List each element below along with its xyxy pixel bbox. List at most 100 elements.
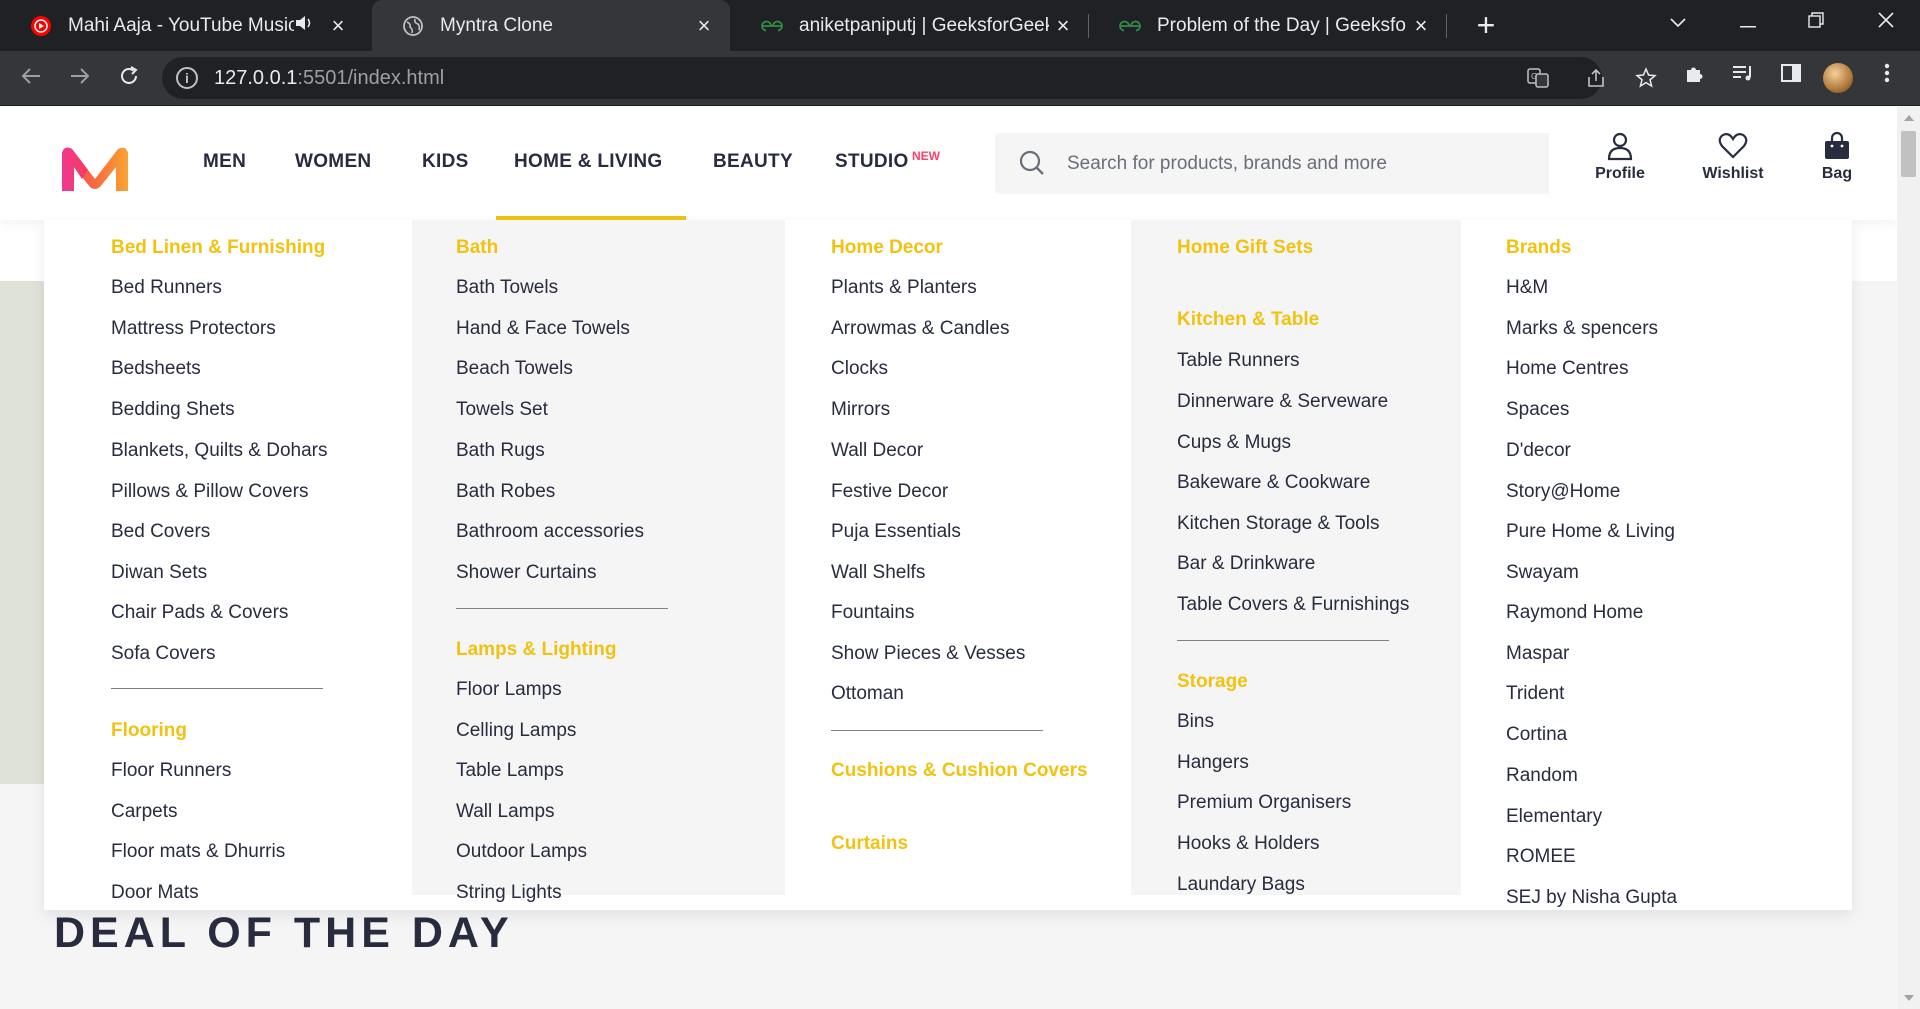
category-item[interactable]: Hand & Face Towels <box>456 318 630 340</box>
brand-item[interactable]: Maspar <box>1506 643 1569 665</box>
category-item[interactable]: Bakeware & Cookware <box>1177 472 1370 494</box>
category-item[interactable]: Diwan Sets <box>111 562 207 584</box>
category-heading[interactable]: Flooring <box>111 720 187 742</box>
category-item[interactable]: Clocks <box>831 358 888 380</box>
category-item[interactable]: Chair Pads & Covers <box>111 602 288 624</box>
category-item[interactable]: Kitchen Storage & Tools <box>1177 513 1379 535</box>
reload-icon[interactable] <box>114 63 144 93</box>
bookmark-star-icon[interactable] <box>1634 67 1658 91</box>
category-item[interactable]: Ottoman <box>831 683 904 705</box>
tab-search-icon[interactable] <box>1650 0 1706 44</box>
category-item[interactable]: Plants & Planters <box>831 277 977 299</box>
category-item[interactable]: Puja Essentials <box>831 521 961 543</box>
brand-item[interactable]: Raymond Home <box>1506 602 1643 624</box>
category-item[interactable]: Door Mats <box>111 882 199 904</box>
media-queue-icon[interactable] <box>1728 62 1758 92</box>
category-item[interactable]: Towels Set <box>456 399 548 421</box>
category-item[interactable]: Carpets <box>111 801 178 823</box>
category-item[interactable]: Bins <box>1177 711 1214 733</box>
category-item[interactable]: Festive Decor <box>831 481 948 503</box>
category-item[interactable]: Celling Lamps <box>456 720 576 742</box>
category-item[interactable]: Wall Shelfs <box>831 562 925 584</box>
category-item[interactable]: Mirrors <box>831 399 890 421</box>
category-heading[interactable]: Bath <box>456 237 498 259</box>
close-window-icon[interactable] <box>1858 0 1914 44</box>
brand-item[interactable]: Elementary <box>1506 806 1602 828</box>
category-item[interactable]: Bedding Shets <box>111 399 235 421</box>
category-item[interactable]: Pillows & Pillow Covers <box>111 481 308 503</box>
category-item[interactable]: Fountains <box>831 602 914 624</box>
wishlist-button[interactable]: Wishlist <box>1698 131 1768 183</box>
nav-women[interactable]: WOMEN <box>295 151 371 173</box>
brand-item[interactable]: Spaces <box>1506 399 1569 421</box>
brand-item[interactable]: SEJ by Nisha Gupta <box>1506 887 1677 909</box>
category-item[interactable]: Wall Decor <box>831 440 923 462</box>
category-item[interactable]: Laundary Bags <box>1177 874 1305 896</box>
profile-button[interactable]: Profile <box>1588 131 1652 183</box>
side-panel-icon[interactable] <box>1776 62 1806 92</box>
address-bar[interactable]: i 127.0.0.1:5501/index.html G <box>162 57 1657 99</box>
category-item[interactable]: Bar & Drinkware <box>1177 553 1315 575</box>
browser-tab-problem-of-the-day[interactable]: Problem of the Day | GeeksforGe × <box>1089 0 1447 51</box>
category-item[interactable]: Wall Lamps <box>456 801 555 823</box>
category-item[interactable]: Hooks & Holders <box>1177 833 1320 855</box>
new-tab-button[interactable]: + <box>1466 6 1506 46</box>
category-item[interactable]: Bed Runners <box>111 277 222 299</box>
browser-tab-geeksforgeeks-profile[interactable]: aniketpaniputj | GeeksforGeeks P × <box>731 0 1089 51</box>
brand-item[interactable]: Cortina <box>1506 724 1567 746</box>
nav-beauty[interactable]: BEAUTY <box>713 151 793 173</box>
category-item[interactable]: Mattress Protectors <box>111 318 276 340</box>
category-item[interactable]: String Lights <box>456 882 562 904</box>
brand-item[interactable]: Home Centres <box>1506 358 1629 380</box>
brand-item[interactable]: Swayam <box>1506 562 1579 584</box>
audio-playing-icon[interactable] <box>294 14 314 37</box>
close-tab-icon[interactable]: × <box>1049 13 1077 39</box>
nav-men[interactable]: MEN <box>203 151 246 173</box>
forward-arrow-icon[interactable] <box>65 63 95 93</box>
category-item[interactable]: Floor Runners <box>111 760 231 782</box>
category-item[interactable]: Beach Towels <box>456 358 573 380</box>
category-heading[interactable]: Home Gift Sets <box>1177 237 1313 259</box>
category-item[interactable]: Show Pieces & Vesses <box>831 643 1025 665</box>
brand-item[interactable]: H&M <box>1506 277 1548 299</box>
category-item[interactable]: Blankets, Quilts & Dohars <box>111 440 327 462</box>
extensions-puzzle-icon[interactable] <box>1680 62 1710 92</box>
category-item[interactable]: Cups & Mugs <box>1177 432 1291 454</box>
scroll-up-arrow-icon[interactable] <box>1904 115 1914 121</box>
category-heading[interactable]: Curtains <box>831 833 908 855</box>
minimize-window-icon[interactable] <box>1720 0 1776 44</box>
category-item[interactable]: Bath Rugs <box>456 440 545 462</box>
close-tab-icon[interactable]: × <box>324 13 352 39</box>
category-item[interactable]: Dinnerware & Serveware <box>1177 391 1388 413</box>
brand-item[interactable]: D'decor <box>1506 440 1571 462</box>
share-icon[interactable] <box>1584 67 1608 91</box>
category-item[interactable]: Bedsheets <box>111 358 201 380</box>
search-input[interactable] <box>1067 133 1549 194</box>
close-tab-icon[interactable]: × <box>1407 13 1435 39</box>
category-heading[interactable]: Kitchen & Table <box>1177 309 1319 331</box>
brand-item[interactable]: Story@Home <box>1506 481 1620 503</box>
restore-window-icon[interactable] <box>1788 0 1844 44</box>
category-item[interactable]: Bed Covers <box>111 521 210 543</box>
back-arrow-icon[interactable] <box>16 63 46 93</box>
category-heading[interactable]: Brands <box>1506 237 1571 259</box>
category-heading[interactable]: Bed Linen & Furnishing <box>111 237 325 259</box>
close-tab-icon[interactable]: × <box>690 13 718 39</box>
search-icon[interactable] <box>995 133 1067 194</box>
category-heading[interactable]: Cushions & Cushion Covers <box>831 760 1088 782</box>
nav-studio[interactable]: STUDIO <box>835 151 909 173</box>
nav-home-living[interactable]: HOME & LIVING <box>514 151 663 173</box>
browser-tab-myntra-clone[interactable]: Myntra Clone × <box>372 0 730 51</box>
category-item[interactable]: Table Runners <box>1177 350 1300 372</box>
brand-item[interactable]: ROMEE <box>1506 846 1576 868</box>
category-item[interactable]: Shower Curtains <box>456 562 596 584</box>
category-heading[interactable]: Home Decor <box>831 237 943 259</box>
brand-item[interactable]: Random <box>1506 765 1578 787</box>
translate-icon[interactable]: G <box>1526 67 1550 91</box>
category-item[interactable]: Table Lamps <box>456 760 564 782</box>
category-item[interactable]: Bath Towels <box>456 277 558 299</box>
category-item[interactable]: Floor mats & Dhurris <box>111 841 285 863</box>
browser-tab-youtube-music[interactable]: Mahi Aaja - YouTube Music × <box>0 0 364 51</box>
category-heading[interactable]: Lamps & Lighting <box>456 639 616 661</box>
category-item[interactable]: Bath Robes <box>456 481 555 503</box>
